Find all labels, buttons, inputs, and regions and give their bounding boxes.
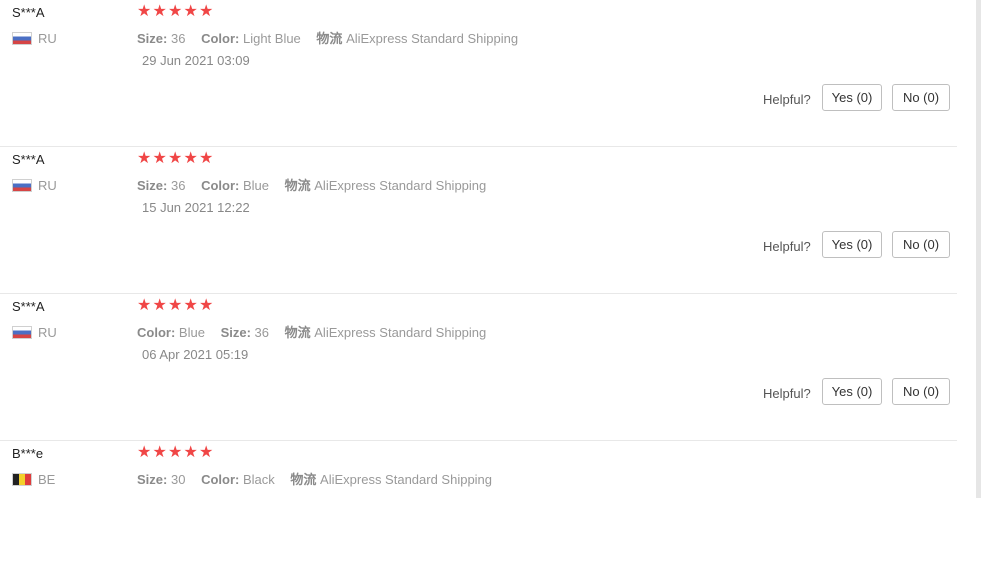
sku-value: 36	[254, 325, 269, 340]
country-code: RU	[38, 30, 57, 46]
star-icon: ★	[183, 297, 198, 314]
star-rating: ★ ★ ★ ★ ★	[137, 297, 215, 315]
star-rating: ★ ★ ★ ★ ★	[137, 444, 215, 462]
sku-key: Color:	[201, 472, 240, 487]
review-date: 15 Jun 2021 12:22	[142, 200, 250, 215]
sku-value: Blue	[178, 325, 205, 340]
star-icon: ★	[137, 150, 152, 167]
sku-info: Size: 30 Color: Black 物流 AliExpress Stan…	[137, 469, 504, 488]
star-icon: ★	[137, 297, 152, 314]
star-icon: ★	[152, 150, 167, 167]
sku-key: Size:	[137, 472, 168, 487]
helpful-no-button[interactable]: No (0)	[892, 84, 950, 111]
shipping-key: 物流	[290, 472, 317, 487]
helpful-yes-button[interactable]: Yes (0)	[822, 231, 882, 258]
shipping-value: AliExpress Standard Shipping	[320, 472, 493, 487]
shipping-key: 物流	[284, 325, 311, 340]
sku-value: Blue	[242, 178, 269, 193]
sku-info: Size: 36 Color: Blue 物流 AliExpress Stand…	[137, 175, 498, 194]
sku-value: Light Blue	[242, 31, 301, 46]
shipping-value: AliExpress Standard Shipping	[314, 178, 487, 193]
helpful-yes-button[interactable]: Yes (0)	[822, 378, 882, 405]
sku-key: Size:	[220, 325, 251, 340]
sku-info: Color: Blue Size: 36 物流 AliExpress Stand…	[137, 322, 498, 341]
russia-flag-icon	[12, 178, 32, 192]
star-rating: ★ ★ ★ ★ ★	[137, 150, 215, 168]
shipping-value: AliExpress Standard Shipping	[346, 31, 519, 46]
sku-key: Size:	[137, 31, 168, 46]
belgium-flag-icon	[12, 472, 32, 486]
review-item: S***A RU ★ ★ ★ ★ ★ Size: 36 Color: Blue …	[0, 147, 957, 294]
star-icon: ★	[137, 444, 152, 461]
sku-key: Color:	[137, 325, 176, 340]
star-icon: ★	[152, 297, 167, 314]
helpful-no-button[interactable]: No (0)	[892, 231, 950, 258]
star-icon: ★	[137, 3, 152, 20]
shipping-key: 物流	[284, 178, 311, 193]
review-item: S***A RU ★ ★ ★ ★ ★ Color: Blue Size: 36 …	[0, 294, 957, 441]
review-item: B***e BE ★ ★ ★ ★ ★ Size: 30 Color: Black…	[0, 441, 957, 588]
sku-value: Black	[242, 472, 275, 487]
star-icon: ★	[199, 444, 214, 461]
star-icon: ★	[199, 150, 214, 167]
sku-value: 36	[170, 31, 186, 46]
sku-key: Color:	[201, 31, 240, 46]
star-icon: ★	[183, 444, 198, 461]
review-date: 06 Apr 2021 05:19	[142, 347, 249, 362]
russia-flag-icon	[12, 325, 32, 339]
reviewer-country: RU	[12, 324, 57, 340]
reviewer-name: S***A	[12, 5, 45, 20]
scrollbar[interactable]	[976, 0, 981, 498]
helpful-label: Helpful?	[763, 239, 811, 254]
helpful-label: Helpful?	[763, 92, 811, 107]
sku-key: Size:	[137, 178, 168, 193]
shipping-key: 物流	[316, 31, 343, 46]
reviewer-country: RU	[12, 177, 57, 193]
star-rating: ★ ★ ★ ★ ★	[137, 3, 215, 21]
star-icon: ★	[168, 444, 183, 461]
russia-flag-icon	[12, 31, 32, 45]
reviewer-name: S***A	[12, 152, 45, 167]
star-icon: ★	[152, 3, 167, 20]
star-icon: ★	[168, 3, 183, 20]
shipping-value: AliExpress Standard Shipping	[314, 325, 487, 340]
star-icon: ★	[168, 297, 183, 314]
star-icon: ★	[183, 3, 198, 20]
reviewer-country: RU	[12, 30, 57, 46]
sku-info: Size: 36 Color: Light Blue 物流 AliExpress…	[137, 28, 530, 47]
reviewer-name: B***e	[12, 446, 44, 461]
review-date: 29 Jun 2021 03:09	[142, 53, 250, 68]
star-icon: ★	[199, 297, 214, 314]
review-item: S***A RU ★ ★ ★ ★ ★ Size: 36 Color: Light…	[0, 0, 957, 147]
country-code: RU	[38, 177, 57, 193]
sku-value: 30	[170, 472, 186, 487]
star-icon: ★	[183, 150, 198, 167]
sku-value: 36	[170, 178, 186, 193]
helpful-no-button[interactable]: No (0)	[892, 378, 950, 405]
helpful-yes-button[interactable]: Yes (0)	[822, 84, 882, 111]
country-code: RU	[38, 324, 57, 340]
star-icon: ★	[168, 150, 183, 167]
country-code: BE	[38, 471, 56, 487]
star-icon: ★	[199, 3, 214, 20]
reviewer-name: S***A	[12, 299, 45, 314]
star-icon: ★	[152, 444, 167, 461]
reviewer-country: BE	[12, 471, 55, 487]
helpful-label: Helpful?	[763, 386, 811, 401]
sku-key: Color:	[201, 178, 240, 193]
